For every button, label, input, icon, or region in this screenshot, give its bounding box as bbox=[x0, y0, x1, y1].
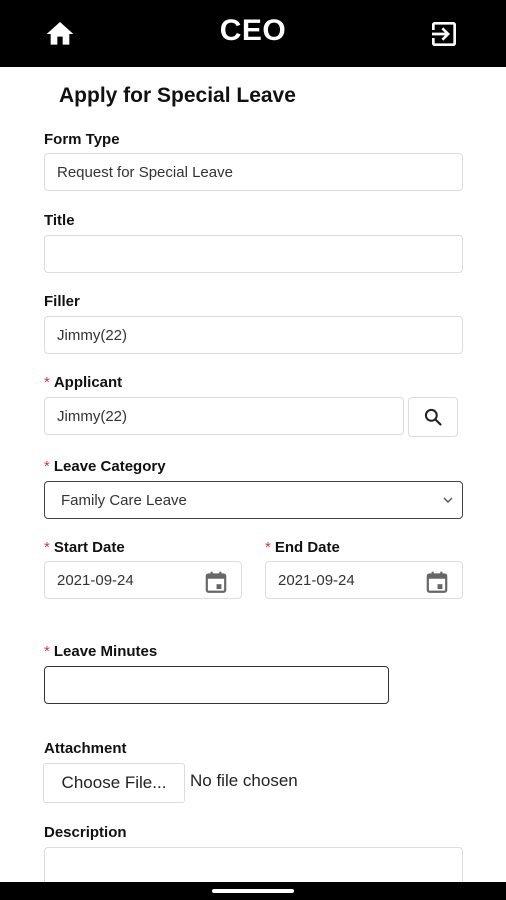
title-input[interactable] bbox=[44, 235, 463, 273]
end-date-label-text: End Date bbox=[274, 539, 340, 556]
choose-file-button[interactable]: Choose File... bbox=[43, 763, 185, 803]
title-label: Title bbox=[44, 212, 75, 229]
leave-minutes-input[interactable] bbox=[44, 666, 389, 704]
required-mark: * bbox=[265, 539, 271, 556]
calendar-icon[interactable] bbox=[203, 569, 229, 595]
search-icon bbox=[424, 408, 442, 426]
filler-label: Filler bbox=[44, 293, 80, 310]
system-nav-bar bbox=[0, 882, 506, 900]
applicant-value: Jimmy(22) bbox=[57, 407, 127, 425]
home-indicator[interactable] bbox=[212, 889, 294, 893]
leave-category-value: Family Care Leave bbox=[61, 491, 187, 509]
filler-field[interactable]: Jimmy(22) bbox=[44, 316, 463, 354]
start-date-input[interactable]: 2021-09-24 bbox=[44, 561, 242, 599]
chevron-down-icon bbox=[443, 497, 453, 503]
required-mark: * bbox=[44, 643, 50, 660]
file-status: No file chosen bbox=[190, 771, 298, 790]
attachment-label: Attachment bbox=[44, 740, 127, 757]
page-title: Apply for Special Leave bbox=[59, 84, 296, 107]
form-type-value: Request for Special Leave bbox=[57, 163, 233, 181]
start-date-label: * Start Date bbox=[44, 539, 125, 556]
logout-icon[interactable] bbox=[428, 18, 460, 50]
applicant-label: * Applicant bbox=[44, 374, 122, 391]
end-date-input[interactable]: 2021-09-24 bbox=[265, 561, 463, 599]
required-mark: * bbox=[44, 539, 50, 556]
start-date-label-text: Start Date bbox=[53, 539, 125, 556]
leave-minutes-label-text: Leave Minutes bbox=[53, 643, 158, 660]
applicant-label-text: Applicant bbox=[53, 374, 123, 391]
leave-category-label: * Leave Category bbox=[44, 458, 166, 475]
required-mark: * bbox=[44, 374, 50, 391]
applicant-search-button[interactable] bbox=[408, 397, 458, 437]
applicant-field[interactable]: Jimmy(22) bbox=[44, 397, 404, 435]
leave-minutes-label: * Leave Minutes bbox=[44, 643, 157, 660]
calendar-icon[interactable] bbox=[424, 569, 450, 595]
required-mark: * bbox=[44, 458, 50, 475]
top-bar: CEO bbox=[0, 0, 506, 67]
form-type-field[interactable]: Request for Special Leave bbox=[44, 153, 463, 191]
form-type-label: Form Type bbox=[44, 131, 120, 148]
description-label: Description bbox=[44, 824, 127, 841]
start-date-value: 2021-09-24 bbox=[57, 571, 134, 589]
leave-category-label-text: Leave Category bbox=[53, 458, 166, 475]
leave-category-select[interactable]: Family Care Leave bbox=[44, 481, 463, 519]
end-date-label: * End Date bbox=[265, 539, 340, 556]
filler-value: Jimmy(22) bbox=[57, 326, 127, 344]
end-date-value: 2021-09-24 bbox=[278, 571, 355, 589]
